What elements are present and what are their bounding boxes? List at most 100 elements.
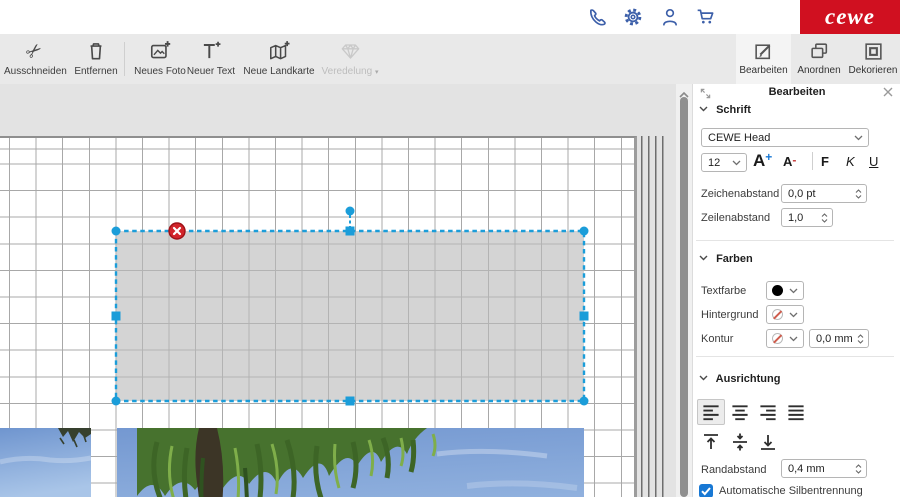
new-map-icon bbox=[240, 39, 318, 65]
new-map-button[interactable]: Neue Landkarte bbox=[240, 36, 318, 82]
chevron-down-icon bbox=[789, 312, 798, 318]
cewe-editor-window: cewe ✂ Ausschneiden Entfernen Neues Foto… bbox=[0, 0, 900, 497]
rotate-handle[interactable] bbox=[345, 206, 355, 216]
black-color-swatch bbox=[772, 285, 783, 296]
toolbar: ✂ Ausschneiden Entfernen Neues Foto Neue… bbox=[0, 34, 900, 85]
valign-top-button[interactable] bbox=[697, 429, 725, 455]
char-spacing-input[interactable]: 0,0 pt bbox=[781, 184, 867, 203]
new-text-icon bbox=[183, 39, 239, 65]
edit-panel: Bearbeiten Schrift CEWE Head 12 A+ A- F … bbox=[692, 84, 900, 497]
underline-button[interactable]: U bbox=[869, 154, 878, 169]
decorate-icon bbox=[846, 40, 900, 65]
divider bbox=[696, 356, 894, 357]
selected-textbox[interactable] bbox=[114, 229, 586, 403]
resize-handle-top[interactable] bbox=[345, 226, 355, 236]
background-color-select[interactable] bbox=[766, 305, 804, 324]
text-color-label: Textfarbe bbox=[701, 285, 747, 297]
valign-bottom-button[interactable] bbox=[754, 429, 782, 455]
spinner-icon[interactable] bbox=[857, 333, 864, 344]
account-icon[interactable] bbox=[660, 7, 680, 27]
outline-width-input[interactable]: 0,0 mm bbox=[809, 329, 869, 348]
toolbar-divider bbox=[124, 42, 125, 76]
tab-bearbeiten[interactable]: Bearbeiten bbox=[736, 34, 791, 84]
align-center-icon bbox=[732, 404, 748, 420]
chevron-down-icon bbox=[699, 106, 708, 112]
cewe-logo: cewe bbox=[800, 0, 900, 34]
divider bbox=[696, 240, 894, 241]
valign-center-icon bbox=[733, 433, 747, 451]
valign-top-icon bbox=[704, 434, 718, 449]
resize-handle-bottom-left[interactable] bbox=[111, 396, 121, 406]
resize-handle-right[interactable] bbox=[579, 311, 589, 321]
no-color-swatch bbox=[772, 309, 783, 320]
phone-icon[interactable] bbox=[587, 7, 607, 27]
chevron-down-icon bbox=[699, 375, 708, 381]
italic-button[interactable]: K bbox=[846, 154, 855, 169]
text-color-select[interactable] bbox=[766, 281, 804, 300]
chevron-down-icon bbox=[789, 288, 798, 294]
font-family-select[interactable]: CEWE Head bbox=[701, 128, 869, 147]
align-justify-icon bbox=[788, 404, 804, 420]
vertical-scrollbar[interactable] bbox=[676, 84, 692, 497]
bold-button[interactable]: F bbox=[821, 154, 829, 169]
cewe-logo-text: cewe bbox=[825, 4, 875, 29]
resize-handle-bottom[interactable] bbox=[345, 396, 355, 406]
chevron-down-icon bbox=[699, 255, 708, 261]
resize-handle-bottom-right[interactable] bbox=[579, 396, 589, 406]
gem-icon bbox=[318, 39, 382, 65]
top-bar: cewe bbox=[0, 0, 900, 34]
close-panel-icon[interactable] bbox=[883, 87, 893, 100]
font-size-decrease-button[interactable]: A- bbox=[783, 153, 796, 169]
delete-object-icon[interactable] bbox=[168, 222, 186, 240]
line-spacing-label: Zeilenabstand bbox=[701, 212, 771, 224]
resize-handle-top-right[interactable] bbox=[579, 226, 589, 236]
valign-bottom-icon bbox=[761, 435, 775, 450]
no-color-swatch bbox=[772, 333, 783, 344]
font-size-increase-button[interactable]: A+ bbox=[753, 150, 772, 171]
divider bbox=[812, 152, 813, 170]
spinner-icon[interactable] bbox=[855, 463, 862, 474]
cut-button[interactable]: ✂ Ausschneiden bbox=[4, 36, 67, 82]
arrange-icon bbox=[793, 40, 845, 65]
align-right-button[interactable] bbox=[754, 399, 782, 425]
outline-color-label: Kontur bbox=[701, 333, 734, 345]
outline-color-select[interactable] bbox=[766, 329, 804, 348]
align-center-button[interactable] bbox=[726, 399, 754, 425]
dropdown-caret-icon: ▾ bbox=[374, 69, 379, 76]
cart-icon[interactable] bbox=[696, 7, 716, 27]
section-schrift[interactable]: Schrift bbox=[699, 104, 751, 116]
hyphenation-checkbox[interactable] bbox=[699, 484, 713, 497]
margin-input[interactable]: 0,4 mm bbox=[781, 459, 867, 478]
tab-anordnen[interactable]: Anordnen bbox=[793, 34, 845, 84]
edit-icon bbox=[736, 40, 791, 65]
chevron-down-icon bbox=[732, 160, 741, 166]
new-text-button[interactable]: Neuer Text bbox=[183, 36, 239, 82]
spinner-icon[interactable] bbox=[821, 212, 828, 223]
resize-handle-top-left[interactable] bbox=[111, 226, 121, 236]
section-ausrichtung[interactable]: Ausrichtung bbox=[699, 373, 780, 385]
font-size-select[interactable]: 12 bbox=[701, 153, 747, 172]
tab-dekorieren[interactable]: Dekorieren bbox=[846, 34, 900, 84]
scrollbar-thumb[interactable] bbox=[680, 97, 688, 497]
check-icon bbox=[701, 487, 711, 496]
panel-title: Bearbeiten bbox=[768, 86, 826, 98]
valign-center-button[interactable] bbox=[726, 429, 754, 455]
margin-label: Randabstand bbox=[701, 464, 767, 476]
line-spacing-input[interactable]: 1,0 bbox=[781, 208, 833, 227]
align-left-button[interactable] bbox=[697, 399, 725, 425]
chevron-down-icon bbox=[789, 336, 798, 342]
new-photo-button[interactable]: Neues Foto bbox=[130, 36, 190, 82]
align-justify-button[interactable] bbox=[782, 399, 810, 425]
settings-gear-icon[interactable] bbox=[623, 7, 643, 27]
embellishment-button: Veredelung ▾ bbox=[318, 36, 382, 82]
trash-icon bbox=[70, 39, 122, 65]
align-left-icon bbox=[703, 404, 719, 420]
spinner-icon[interactable] bbox=[855, 188, 862, 199]
selection-overlay bbox=[111, 206, 589, 406]
hyphenation-label: Automatische Silbentrennung bbox=[719, 485, 863, 497]
section-farben[interactable]: Farben bbox=[699, 253, 753, 265]
delete-button[interactable]: Entfernen bbox=[70, 36, 122, 82]
resize-handle-left[interactable] bbox=[111, 311, 121, 321]
background-color-label: Hintergrund bbox=[701, 309, 759, 321]
new-photo-icon bbox=[130, 39, 190, 65]
